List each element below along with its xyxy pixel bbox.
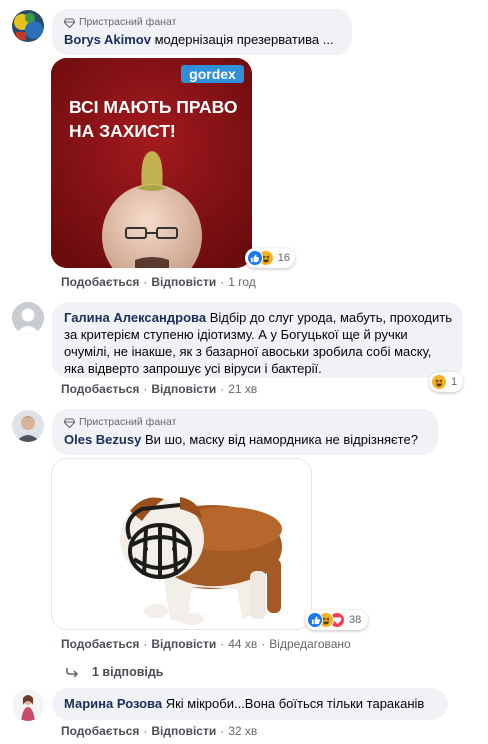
avatar[interactable] xyxy=(12,410,44,442)
replies-count[interactable]: 1 відповідь xyxy=(92,665,163,679)
diamond-icon xyxy=(64,417,75,428)
reaction-summary[interactable]: 16 xyxy=(245,248,295,268)
reaction-count: 38 xyxy=(349,614,362,626)
fan-badge: Пристрасний фанат xyxy=(64,16,340,29)
avatar[interactable] xyxy=(12,10,44,42)
brand-logo: gordex xyxy=(189,66,236,82)
like-link[interactable]: Подобається xyxy=(61,637,139,651)
comment-text: модернізація презерватива ... xyxy=(154,32,334,47)
comment-bubble: Пристрасний фанат Oles Bezusy Ви шо, мас… xyxy=(52,409,438,455)
comment-bubble: Марина Розова Які мікроби...Вона боїться… xyxy=(52,688,448,720)
diamond-icon xyxy=(64,17,75,28)
comment-time[interactable]: 44 хв xyxy=(228,637,257,651)
comment-image[interactable] xyxy=(51,458,312,630)
comment-time[interactable]: 21 хв xyxy=(228,382,257,396)
comment-image[interactable]: gordex ВСІ МАЮТЬ ПРАВО НА ЗАХИСТ! xyxy=(51,58,252,268)
comment-author[interactable]: Borys Akimov xyxy=(64,32,151,47)
comment-actions: Подобається · Відповісти · 1 год xyxy=(61,275,256,289)
comment-author[interactable]: Марина Розова xyxy=(64,696,162,711)
comment-bubble: Пристрасний фанат Borys Akimov модерніза… xyxy=(52,9,352,55)
reply-arrow-icon xyxy=(66,668,78,677)
like-icon xyxy=(307,612,323,628)
reply-link[interactable]: Відповісти xyxy=(151,275,216,289)
ad-headline-2: НА ЗАХИСТ! xyxy=(69,121,176,141)
comment-actions: Подобається · Відповісти · 21 хв xyxy=(61,382,258,396)
reaction-summary[interactable]: 1 xyxy=(429,372,463,392)
comment-bubble: Галина Александрова Відбір до слуг урода… xyxy=(52,302,463,378)
fan-badge: Пристрасний фанат xyxy=(64,416,426,429)
comment-actions: Подобається · Відповісти · 44 хв · Відредагова… xyxy=(61,637,351,651)
badge-label: Пристрасний фанат xyxy=(79,16,177,28)
default-avatar-icon xyxy=(12,302,44,334)
like-link[interactable]: Подобається xyxy=(61,382,139,396)
comment-actions: Подобається · Відповісти · 32 хв xyxy=(61,724,258,738)
reply-link[interactable]: Відповісти xyxy=(151,724,216,738)
comment-time[interactable]: 1 год xyxy=(228,275,256,289)
comment-text: Які мікроби...Вона боїться тільки тарака… xyxy=(165,696,425,711)
comment-time[interactable]: 32 хв xyxy=(228,724,257,738)
reaction-summary[interactable]: 38 xyxy=(305,610,368,630)
comment-author[interactable]: Oles Bezusy xyxy=(64,432,141,447)
like-link[interactable]: Подобається xyxy=(61,275,139,289)
edited-label[interactable]: Відредаговано xyxy=(269,637,350,651)
badge-label: Пристрасний фанат xyxy=(79,416,177,428)
avatar[interactable] xyxy=(12,302,44,334)
reaction-count: 16 xyxy=(277,252,290,264)
reply-link[interactable]: Відповісти xyxy=(151,637,216,651)
comment-author[interactable]: Галина Александрова xyxy=(64,310,206,325)
reply-link[interactable]: Відповісти xyxy=(151,382,216,396)
reaction-count: 1 xyxy=(451,376,458,388)
comment-text: Ви шо, маску від намордника не відрізняє… xyxy=(144,432,418,447)
view-replies-link[interactable]: 1 відповідь xyxy=(66,665,163,679)
like-icon xyxy=(247,250,263,266)
avatar[interactable] xyxy=(12,689,44,721)
haha-icon xyxy=(431,374,447,390)
like-link[interactable]: Подобається xyxy=(61,724,139,738)
ad-headline-1: ВСІ МАЮТЬ ПРАВО xyxy=(69,97,237,117)
